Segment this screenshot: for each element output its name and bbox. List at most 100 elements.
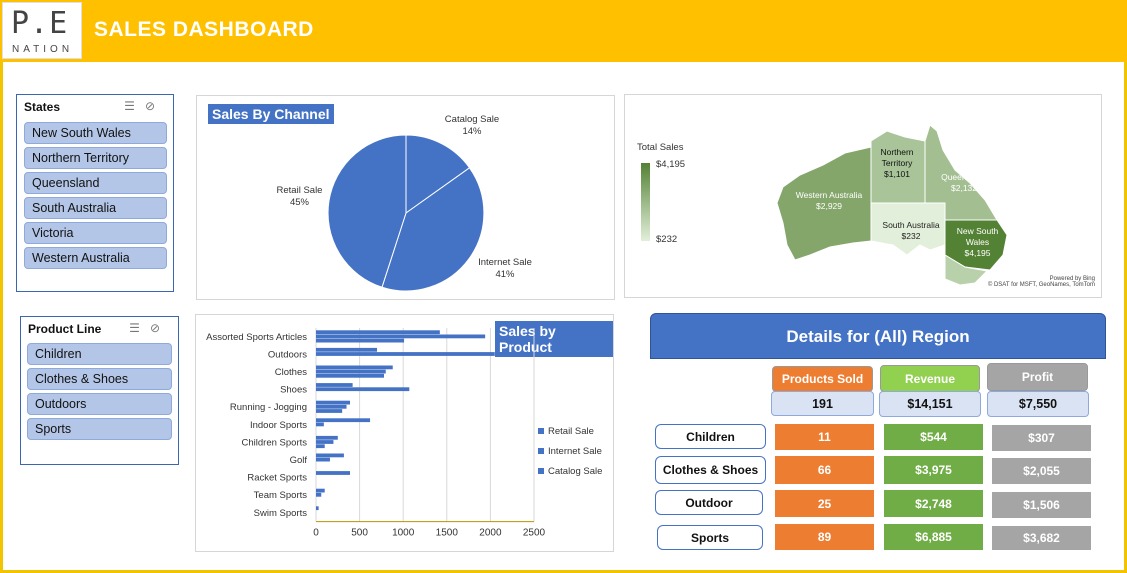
bar-retail-sale — [316, 506, 319, 511]
header-products-sold: Products Sold — [772, 366, 873, 392]
bar-retail-sale — [316, 365, 393, 370]
states-slicer-title: States — [24, 100, 61, 114]
slicer-item-northern-territory[interactable]: Northern Territory — [24, 147, 167, 169]
bar-internet-sale — [316, 440, 334, 444]
pie-label-retail: Retail Sale 45% — [262, 185, 337, 209]
y-tick-label: Children Sports — [242, 437, 308, 448]
clear-filter-icon[interactable]: ⊘ — [150, 321, 170, 335]
map-label-south-australia: South Australia $232 — [875, 220, 947, 242]
label-name: Internet Sale — [478, 257, 532, 268]
bar-retail-sale — [316, 400, 351, 405]
multi-select-icon[interactable]: ☰ — [124, 99, 145, 113]
cell-sold-outdoor: 25 — [774, 489, 875, 518]
pie-label-internet: Internet Sale 41% — [465, 257, 545, 281]
y-tick-label: Golf — [290, 455, 308, 466]
y-tick-label: Indoor Sports — [250, 420, 307, 431]
bar-internet-sale — [316, 422, 324, 427]
legend-swatch — [538, 428, 544, 434]
bar-retail-sale — [316, 418, 371, 423]
y-tick-label: Clothes — [275, 367, 307, 378]
bar-retail-sale — [316, 330, 440, 335]
row-label-sports: Sports — [657, 525, 763, 550]
y-tick-label: Running - Jogging — [230, 402, 307, 413]
sales-by-product-panel: Sales by Product 0 500 1000 1500 2000 2500 Ass… — [195, 314, 614, 552]
clear-filter-icon[interactable]: ⊘ — [145, 99, 165, 113]
sales-by-channel-panel: Sales By Channel Catalog Sale 14% Interne… — [196, 95, 615, 300]
logo-subtext: NATION — [12, 44, 74, 55]
label-pct: 41% — [495, 269, 515, 280]
slicer-toolbar: ☰⊘ — [124, 99, 165, 113]
slicer-item-clothes-shoes[interactable]: Clothes & Shoes — [27, 368, 172, 390]
states-slicer: States ☰⊘ New South Wales Northern Terri… — [16, 94, 174, 292]
slicer-item-south-australia[interactable]: South Australia — [24, 197, 167, 219]
row-label-outdoor: Outdoor — [655, 490, 763, 515]
slicer-item-victoria[interactable]: Victoria — [24, 222, 167, 244]
bar-catalog-sale — [316, 444, 325, 449]
legend-item-retail: Retail Sale — [538, 422, 602, 442]
bar-retail-sale — [316, 383, 353, 387]
row-label-children: Children — [655, 424, 766, 449]
region-name: New South Wales — [956, 226, 999, 247]
bar-catalog-sale — [316, 338, 405, 343]
total-profit: $7,550 — [987, 391, 1089, 417]
slicer-item-children[interactable]: Children — [27, 343, 172, 365]
header-revenue: Revenue — [880, 365, 980, 392]
label-pct: 14% — [462, 126, 482, 137]
total-revenue: $14,151 — [879, 391, 981, 417]
australia-map-panel: Total Sales $4,195 $232 Western Australi… — [624, 94, 1102, 298]
product-slicer-title: Product Line — [28, 322, 102, 336]
map-label-queensland: Queensland $2,132 — [933, 172, 995, 194]
bar-retail-sale — [316, 471, 351, 475]
total-products-sold: 191 — [771, 391, 874, 416]
legend-item-internet: Internet Sale — [538, 442, 602, 462]
y-tick-label: Racket Sports — [247, 473, 307, 484]
logo-mark: P.E — [11, 6, 69, 41]
slicer-item-western-australia[interactable]: Western Australia — [24, 247, 167, 269]
legend-item-catalog: Catalog Sale — [538, 462, 602, 482]
cell-revenue-clothes-shoes: $3,975 — [883, 455, 984, 485]
map-credit-sources: © DSAT for MSFT, GeoNames, TomTom — [987, 282, 1095, 288]
map-label-western-australia: Western Australia $2,929 — [789, 190, 869, 212]
map-label-new-south-wales: New South Wales $4,195 — [950, 226, 1005, 259]
slicer-item-queensland[interactable]: Queensland — [24, 172, 167, 194]
slicer-item-sports[interactable]: Sports — [27, 418, 172, 440]
x-tick-label: 1000 — [392, 528, 415, 539]
product-line-slicer: Product Line ☰⊘ Children Clothes & Shoes… — [20, 316, 179, 465]
y-tick-label: Outdoors — [268, 349, 307, 360]
x-tick-label: 0 — [313, 528, 319, 539]
cell-revenue-children: $544 — [883, 423, 984, 451]
slicer-item-new-south-wales[interactable]: New South Wales — [24, 122, 167, 144]
region-value: $1,101 — [884, 169, 910, 179]
logo: P.E NATION — [2, 2, 82, 59]
x-tick-label: 1500 — [436, 528, 459, 539]
legend-label: Retail Sale — [548, 426, 594, 437]
region-value: $4,195 — [964, 248, 991, 258]
y-tick-label: Swim Sports — [254, 508, 308, 519]
region-value: $232 — [901, 231, 921, 241]
details-title: Details for (All) Region — [650, 313, 1106, 359]
multi-select-icon[interactable]: ☰ — [129, 321, 150, 335]
page-title: SALES DASHBOARD — [94, 18, 314, 41]
map-label-northern-territory: Northern Territory $1,101 — [872, 147, 922, 180]
legend-label: Catalog Sale — [548, 466, 603, 477]
bar-retail-sale — [316, 453, 344, 458]
bar-internet-sale — [316, 404, 347, 409]
legend-swatch — [538, 448, 544, 454]
label-name: Catalog Sale — [444, 114, 500, 125]
bar-retail-sale — [316, 347, 378, 352]
region-name: South Australia — [882, 220, 940, 230]
y-tick-label: Team Sports — [254, 490, 308, 501]
bar-internet-sale — [316, 352, 495, 356]
channel-pie — [327, 134, 485, 292]
cell-revenue-outdoor: $2,748 — [883, 489, 984, 518]
y-tick-label: Shoes — [280, 385, 307, 396]
header-bar: P.E NATION SALES DASHBOARD — [0, 0, 1127, 62]
legend-swatch — [538, 468, 544, 474]
cell-profit-outdoor: $1,506 — [991, 491, 1092, 519]
cell-profit-children: $307 — [991, 424, 1092, 452]
slicer-toolbar: ☰⊘ — [129, 321, 170, 335]
slicer-item-outdoors[interactable]: Outdoors — [27, 393, 172, 415]
x-tick-label: 500 — [351, 528, 368, 539]
x-tick-label: 2500 — [523, 528, 546, 539]
row-label-clothes-shoes: Clothes & Shoes — [655, 456, 766, 484]
